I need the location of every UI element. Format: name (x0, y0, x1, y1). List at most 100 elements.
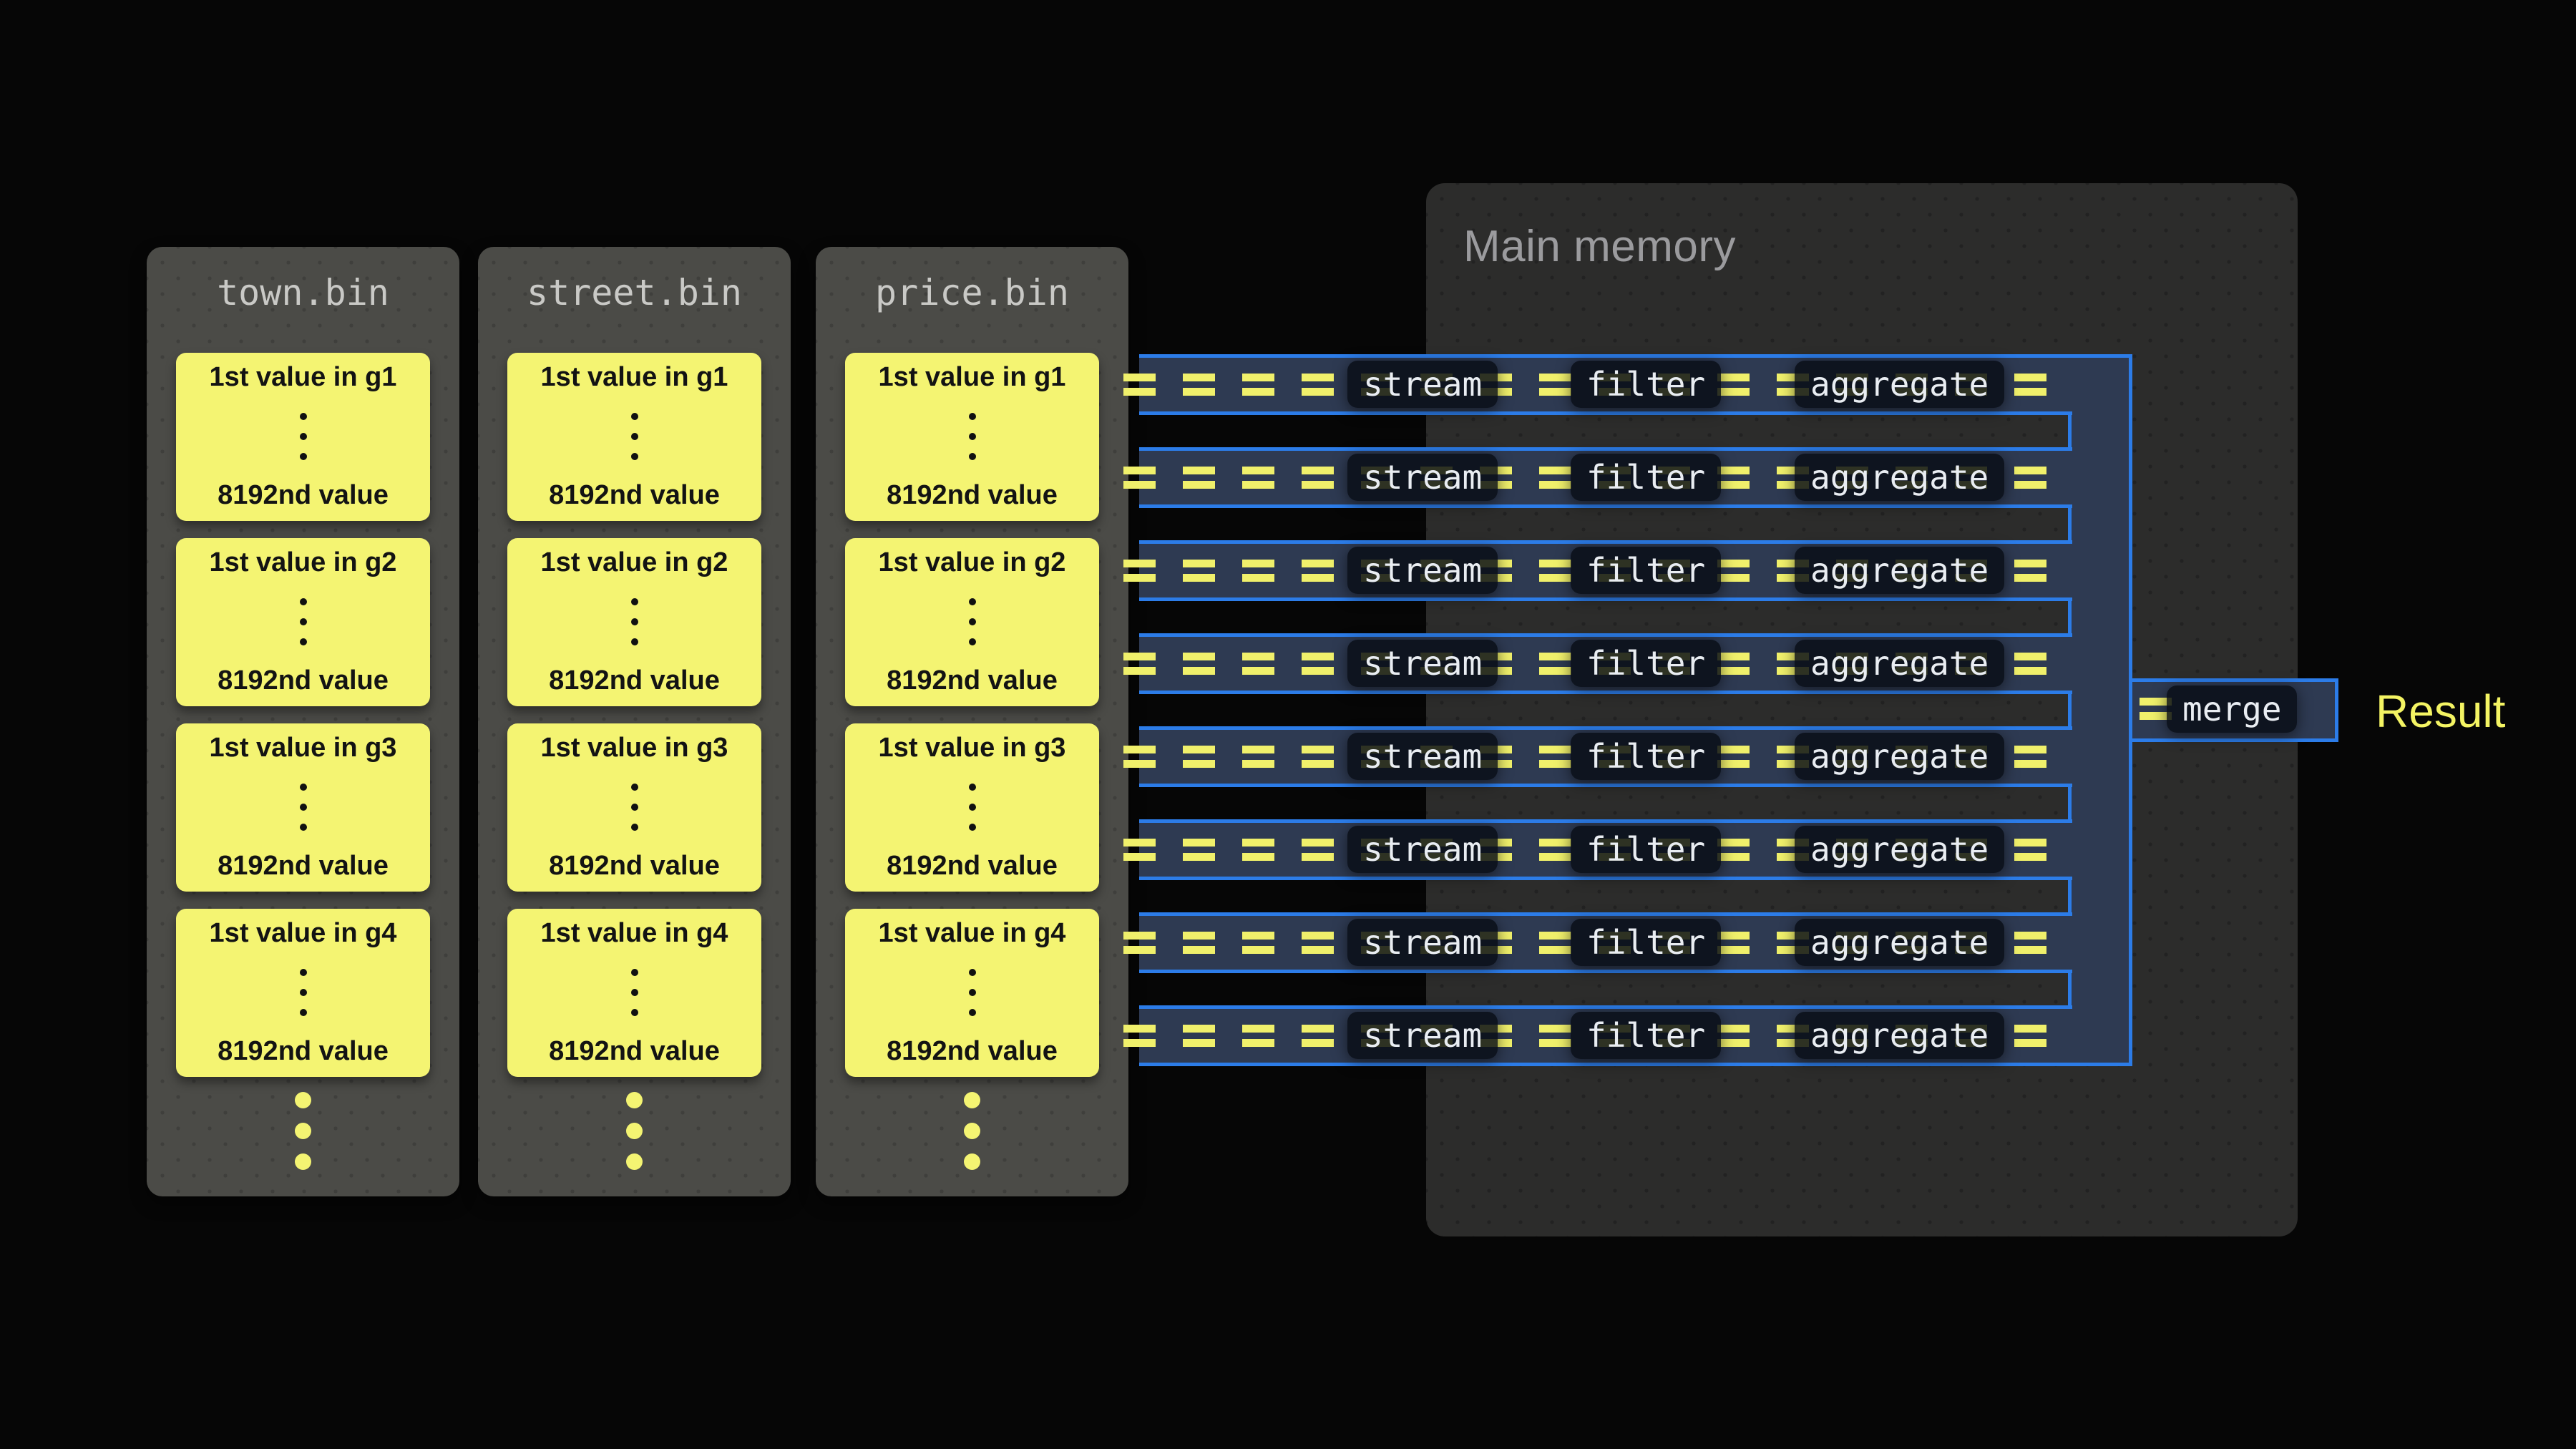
filter-box: filter (1571, 1012, 1721, 1059)
file-name: town.bin (147, 247, 459, 313)
more-granules-ellipsis (816, 1092, 1128, 1170)
granule-first-value: 1st value in g2 (541, 547, 728, 577)
granule-last-value: 8192nd value (887, 480, 1058, 510)
processing-lane: stream filter aggregate (1139, 912, 2072, 973)
stream-box: stream (1347, 547, 1498, 594)
ellipsis-dot (300, 824, 307, 831)
stream-box: stream (1347, 640, 1498, 687)
granule-last-value: 8192nd value (549, 851, 720, 881)
stream-box: stream (1347, 919, 1498, 966)
ellipsis-dot (969, 638, 976, 645)
aggregate-box: aggregate (1795, 454, 2004, 501)
ellipsis-dot (969, 989, 976, 996)
granule-first-value: 1st value in g4 (879, 918, 1066, 948)
aggregate-box: aggregate (1795, 361, 2004, 408)
ellipsis-dot (300, 598, 307, 605)
processing-lane: stream filter aggregate (1139, 819, 2072, 880)
granule-last-value: 8192nd value (218, 1036, 389, 1066)
more-granules-ellipsis (147, 1092, 459, 1170)
granule-first-value: 1st value in g4 (210, 918, 397, 948)
ellipsis-dot (969, 598, 976, 605)
aggregate-box: aggregate (1795, 826, 2004, 873)
processing-lane: streamfilteraggregate (1139, 354, 2072, 415)
vertical-ellipsis (969, 598, 976, 645)
aggregate-box: aggregate (1795, 919, 2004, 966)
ellipsis-dot (969, 433, 976, 440)
vertical-ellipsis (631, 598, 638, 645)
processing-lane: streamfilteraggregate (1139, 447, 2072, 508)
ellipsis-dot (964, 1123, 980, 1139)
vertical-ellipsis (300, 598, 307, 645)
ellipsis-dot (626, 1092, 643, 1108)
vertical-ellipsis (969, 413, 976, 460)
granule-block: 1st value in g3 8192nd value (176, 723, 430, 892)
granule-last-value: 8192nd value (218, 480, 389, 510)
granule-block: 1st value in g18192nd value (176, 353, 430, 521)
filter-box: filter (1571, 919, 1721, 966)
ellipsis-dot (969, 969, 976, 976)
stream-box: stream (1347, 361, 1498, 408)
file-name: price.bin (816, 247, 1128, 313)
granule-last-value: 8192nd value (549, 480, 720, 510)
granule-block: 1st value in g4 8192nd value (176, 909, 430, 1077)
pipeline-collector-bus (2068, 354, 2132, 1066)
aggregate-box: aggregate (1795, 547, 2004, 594)
ellipsis-dot (631, 1009, 638, 1016)
granule-first-value: 1st value in g2 (879, 547, 1066, 577)
granule-block: 1st value in g18192nd value (507, 353, 761, 521)
processing-lane: streamfilteraggregate (1139, 1005, 2072, 1066)
ellipsis-dot (626, 1123, 643, 1139)
ellipsis-dot (631, 969, 638, 976)
ellipsis-dot (300, 784, 307, 791)
more-granules-ellipsis (478, 1092, 791, 1170)
merge-box: merge (2167, 686, 2297, 733)
filter-box: filter (1571, 826, 1721, 873)
vertical-ellipsis (300, 969, 307, 1016)
ellipsis-dot (969, 1009, 976, 1016)
ellipsis-dot (300, 453, 307, 460)
ellipsis-dot (300, 989, 307, 996)
granule-last-value: 8192nd value (218, 665, 389, 696)
ellipsis-dot (969, 618, 976, 625)
file-box: street.bin1st value in g18192nd value1st… (478, 247, 791, 1196)
ellipsis-dot (969, 413, 976, 420)
vertical-ellipsis (300, 784, 307, 831)
merge-lane: merge (2129, 678, 2338, 742)
ellipsis-dot (626, 1153, 643, 1170)
granule-first-value: 1st value in g2 (210, 547, 397, 577)
granule-last-value: 8192nd value (887, 1036, 1058, 1066)
processing-lane: streamfilteraggregate (1139, 726, 2072, 787)
ellipsis-dot (631, 638, 638, 645)
granule-first-value: 1st value in g4 (541, 918, 728, 948)
ellipsis-dot (631, 618, 638, 625)
granule-last-value: 8192nd value (218, 851, 389, 881)
ellipsis-dot (295, 1092, 311, 1108)
diagram-canvas: town.bin1st value in g18192nd value1st v… (0, 0, 2576, 1449)
granule-block: 1st value in g1 8192nd value (845, 353, 1099, 521)
ellipsis-dot (631, 824, 638, 831)
ellipsis-dot (300, 1009, 307, 1016)
vertical-ellipsis (969, 969, 976, 1016)
stream-box: stream (1347, 1012, 1498, 1059)
granule-last-value: 8192nd value (887, 851, 1058, 881)
stream-box: stream (1347, 454, 1498, 501)
ellipsis-dot (300, 618, 307, 625)
filter-box: filter (1571, 733, 1721, 780)
ellipsis-dot (969, 824, 976, 831)
stream-box: stream (1347, 826, 1498, 873)
vertical-ellipsis (631, 413, 638, 460)
granule-first-value: 1st value in g3 (210, 733, 397, 763)
granule-first-value: 1st value in g3 (541, 733, 728, 763)
granule-block: 1st value in g2 8192nd value (176, 538, 430, 706)
file-box: town.bin 1st value in g18192nd value 1st v… (147, 247, 459, 1196)
ellipsis-dot (969, 453, 976, 460)
granule-first-value: 1st value in g3 (879, 733, 1066, 763)
ellipsis-dot (964, 1092, 980, 1108)
ellipsis-dot (295, 1153, 311, 1170)
vertical-ellipsis (631, 969, 638, 1016)
granule-block: 1st value in g48192nd value (507, 909, 761, 1077)
granule-first-value: 1st value in g1 (879, 362, 1066, 392)
ellipsis-dot (300, 413, 307, 420)
ellipsis-dot (300, 969, 307, 976)
granule-last-value: 8192nd value (887, 665, 1058, 696)
